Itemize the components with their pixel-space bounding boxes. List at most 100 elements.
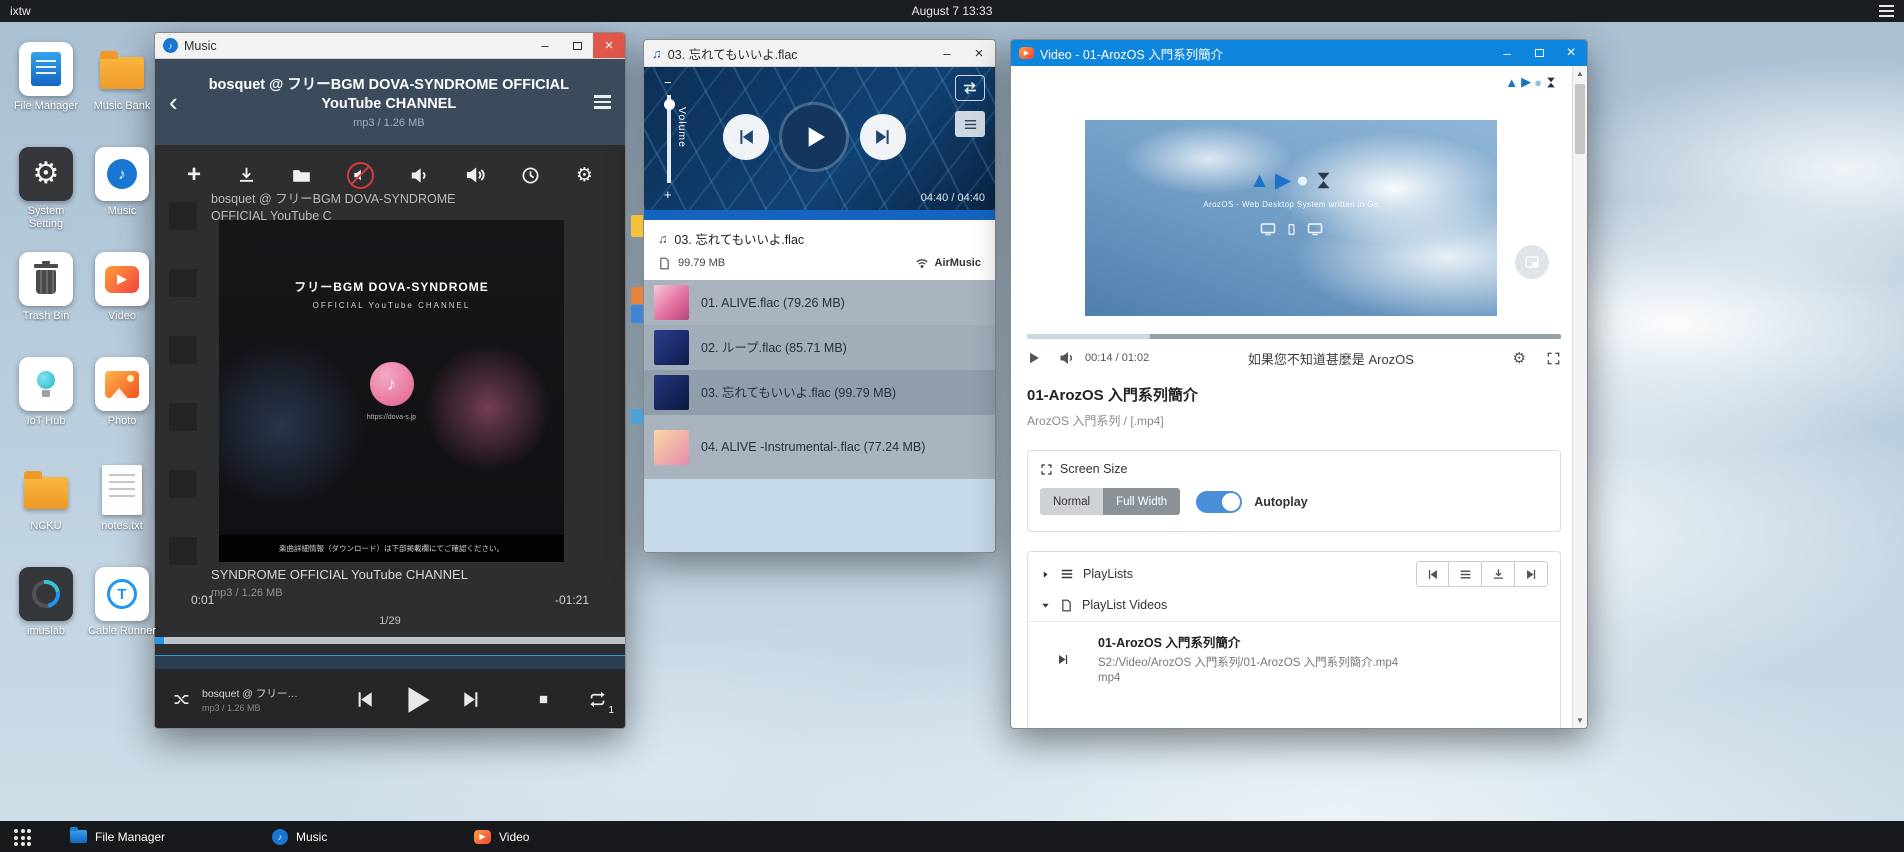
- maximize-button[interactable]: [561, 33, 593, 58]
- volume-button[interactable]: [1059, 350, 1075, 366]
- video-player[interactable]: ▲▶● ArozOS - Web Desktop System written …: [1085, 120, 1497, 316]
- desktop-icon-video[interactable]: ▶ Video: [86, 252, 158, 357]
- playlist-menu-button[interactable]: [955, 111, 985, 137]
- play-button[interactable]: [782, 105, 846, 169]
- time-display: 00:14 / 01:02: [1085, 352, 1149, 364]
- settings-gear-icon[interactable]: ⚙: [1513, 349, 1526, 367]
- desktop-icon-notes-txt[interactable]: notes.txt: [86, 462, 158, 567]
- full-width-button[interactable]: Full Width: [1103, 488, 1180, 515]
- track-row[interactable]: 01. ALIVE.flac (79.26 MB): [644, 280, 995, 325]
- download-button[interactable]: [1482, 561, 1515, 587]
- desktop-icon-photo[interactable]: Photo: [86, 357, 158, 462]
- desktop-icon-system-setting[interactable]: ⚙ System Setting: [10, 147, 82, 252]
- flac-window-titlebar[interactable]: ♫ 03. 忘れてもいいよ.flac – ×: [644, 40, 995, 67]
- minimize-button[interactable]: –: [931, 40, 963, 66]
- playlist-controls: [1416, 561, 1548, 587]
- pip-button[interactable]: [1515, 245, 1549, 279]
- taskbar-item-video[interactable]: ▶ Video: [474, 821, 529, 852]
- minimize-button[interactable]: –: [529, 33, 561, 58]
- autoplay-toggle[interactable]: [1196, 491, 1242, 513]
- queue-list-button[interactable]: [1449, 561, 1482, 587]
- desktop-icon-trash-bin[interactable]: Trash Bin: [10, 252, 82, 357]
- item-path: S2:/Video/ArozOS 入門系列/01-ArozOS 入門系列簡介.m…: [1098, 656, 1398, 671]
- track-thumb-placeholder: [169, 202, 197, 230]
- music-window-body: ‹ bosquet @ フリーBGM DOVA-SYNDROME OFFICIA…: [155, 59, 625, 729]
- scroll-up-icon[interactable]: ▲: [1573, 69, 1587, 78]
- scrollbar-thumb[interactable]: [1575, 84, 1585, 154]
- desktop-icon-ncku[interactable]: NCKU: [10, 462, 82, 567]
- desktop-icon-music-bank[interactable]: Music Bank: [86, 42, 158, 147]
- taskbar-item-music[interactable]: ♪ Music: [272, 821, 327, 852]
- volume-slider[interactable]: [667, 95, 671, 183]
- skip-previous-button[interactable]: [1416, 561, 1449, 587]
- previous-button[interactable]: [723, 114, 769, 160]
- desktop-icon-music[interactable]: ♪ Music: [86, 147, 158, 252]
- volume-plus[interactable]: +: [664, 187, 672, 202]
- loop-button[interactable]: [955, 75, 985, 101]
- channel-brand-sub: OFFICIAL YouTube CHANNEL: [219, 301, 564, 310]
- playlist-videos-label: PlayList Videos: [1082, 598, 1167, 612]
- gear-icon: ⚙: [19, 147, 73, 201]
- stop-button[interactable]: [537, 693, 550, 706]
- thumbnail-notice: 楽曲詳細情報（ダウンロード）は下部掲載欄にてご確認ください。: [219, 535, 564, 562]
- shuffle-button[interactable]: [173, 691, 190, 708]
- previous-button[interactable]: [354, 689, 375, 710]
- close-button[interactable]: ×: [593, 33, 625, 58]
- track-thumb-placeholder: [169, 470, 197, 498]
- close-button[interactable]: ×: [1555, 40, 1587, 66]
- play-button[interactable]: [401, 683, 435, 717]
- device-icons: [1260, 221, 1323, 237]
- time-row: 0:01 -01:21: [191, 593, 589, 607]
- skip-next-icon: [1028, 632, 1098, 686]
- playlist-videos-header[interactable]: PlayList Videos: [1028, 596, 1560, 621]
- app-launcher-icon[interactable]: [14, 829, 31, 846]
- video-window-titlebar[interactable]: ▶ Video - 01-ArozOS 入門系列簡介 – ×: [1011, 40, 1587, 66]
- skip-next-button[interactable]: [1515, 561, 1548, 587]
- close-button[interactable]: ×: [963, 40, 995, 66]
- playlists-header[interactable]: PlayLists: [1028, 552, 1560, 596]
- track-row-selected[interactable]: 03. 忘れてもいいよ.flac (99.79 MB): [644, 370, 995, 415]
- file-manager-icon: [70, 830, 87, 843]
- settings-gear-icon[interactable]: ⚙: [576, 164, 593, 187]
- music-window-titlebar[interactable]: ♪ Music – ×: [155, 33, 625, 59]
- screen-size-icon: [1040, 463, 1053, 476]
- repeat-one-button[interactable]: 1: [588, 690, 607, 709]
- desktop-icon-iot-hub[interactable]: IoT Hub: [10, 357, 82, 462]
- video-app-icon: ▶: [474, 830, 491, 844]
- back-button[interactable]: ‹: [169, 89, 178, 115]
- add-button[interactable]: +: [187, 163, 201, 187]
- volume-knob[interactable]: [664, 99, 675, 110]
- menu-icon[interactable]: [594, 95, 611, 109]
- mute-button[interactable]: [347, 162, 374, 189]
- desktop-icon-file-manager[interactable]: File Manager: [10, 42, 82, 147]
- volume-high-button[interactable]: [465, 165, 485, 185]
- next-button[interactable]: [461, 689, 482, 710]
- download-button[interactable]: [237, 166, 256, 185]
- track-row[interactable]: 02. ループ.flac (85.71 MB): [644, 325, 995, 370]
- desktop-icon-cable-runner[interactable]: T Cable Runner: [86, 567, 158, 672]
- normal-size-button[interactable]: Normal: [1040, 488, 1103, 515]
- open-folder-button[interactable]: [292, 166, 311, 185]
- video-seek-bar[interactable]: [1027, 334, 1561, 339]
- play-button[interactable]: [1027, 351, 1041, 365]
- volume-minus[interactable]: −: [664, 75, 672, 90]
- fullscreen-button[interactable]: [1546, 351, 1561, 366]
- next-button[interactable]: [860, 114, 906, 160]
- scrollbar[interactable]: ▲ ▼: [1572, 66, 1587, 728]
- minimize-button[interactable]: –: [1491, 40, 1523, 66]
- maximize-button[interactable]: [1523, 40, 1555, 66]
- history-button[interactable]: [521, 166, 540, 185]
- track-row[interactable]: 04. ALIVE -Instrumental-.flac (77.24 MB): [644, 415, 995, 479]
- playlist-video-item[interactable]: 01-ArozOS 入門系列簡介 S2:/Video/ArozOS 入門系列/0…: [1028, 621, 1560, 696]
- seek-bar[interactable]: [644, 210, 995, 220]
- source-label: AirMusic: [935, 257, 981, 269]
- seek-bar[interactable]: [155, 637, 625, 644]
- time-current: 0:01: [191, 593, 214, 607]
- airmusic-icon: [915, 256, 929, 270]
- volume-low-button[interactable]: [410, 166, 429, 185]
- scroll-down-icon[interactable]: ▼: [1573, 716, 1587, 725]
- music-toolbar: + ⚙: [155, 155, 625, 195]
- desktop-icon-imuslab[interactable]: imuslab: [10, 567, 82, 672]
- top-menu-icon[interactable]: [1879, 5, 1894, 17]
- taskbar-item-file-manager[interactable]: File Manager: [70, 821, 165, 852]
